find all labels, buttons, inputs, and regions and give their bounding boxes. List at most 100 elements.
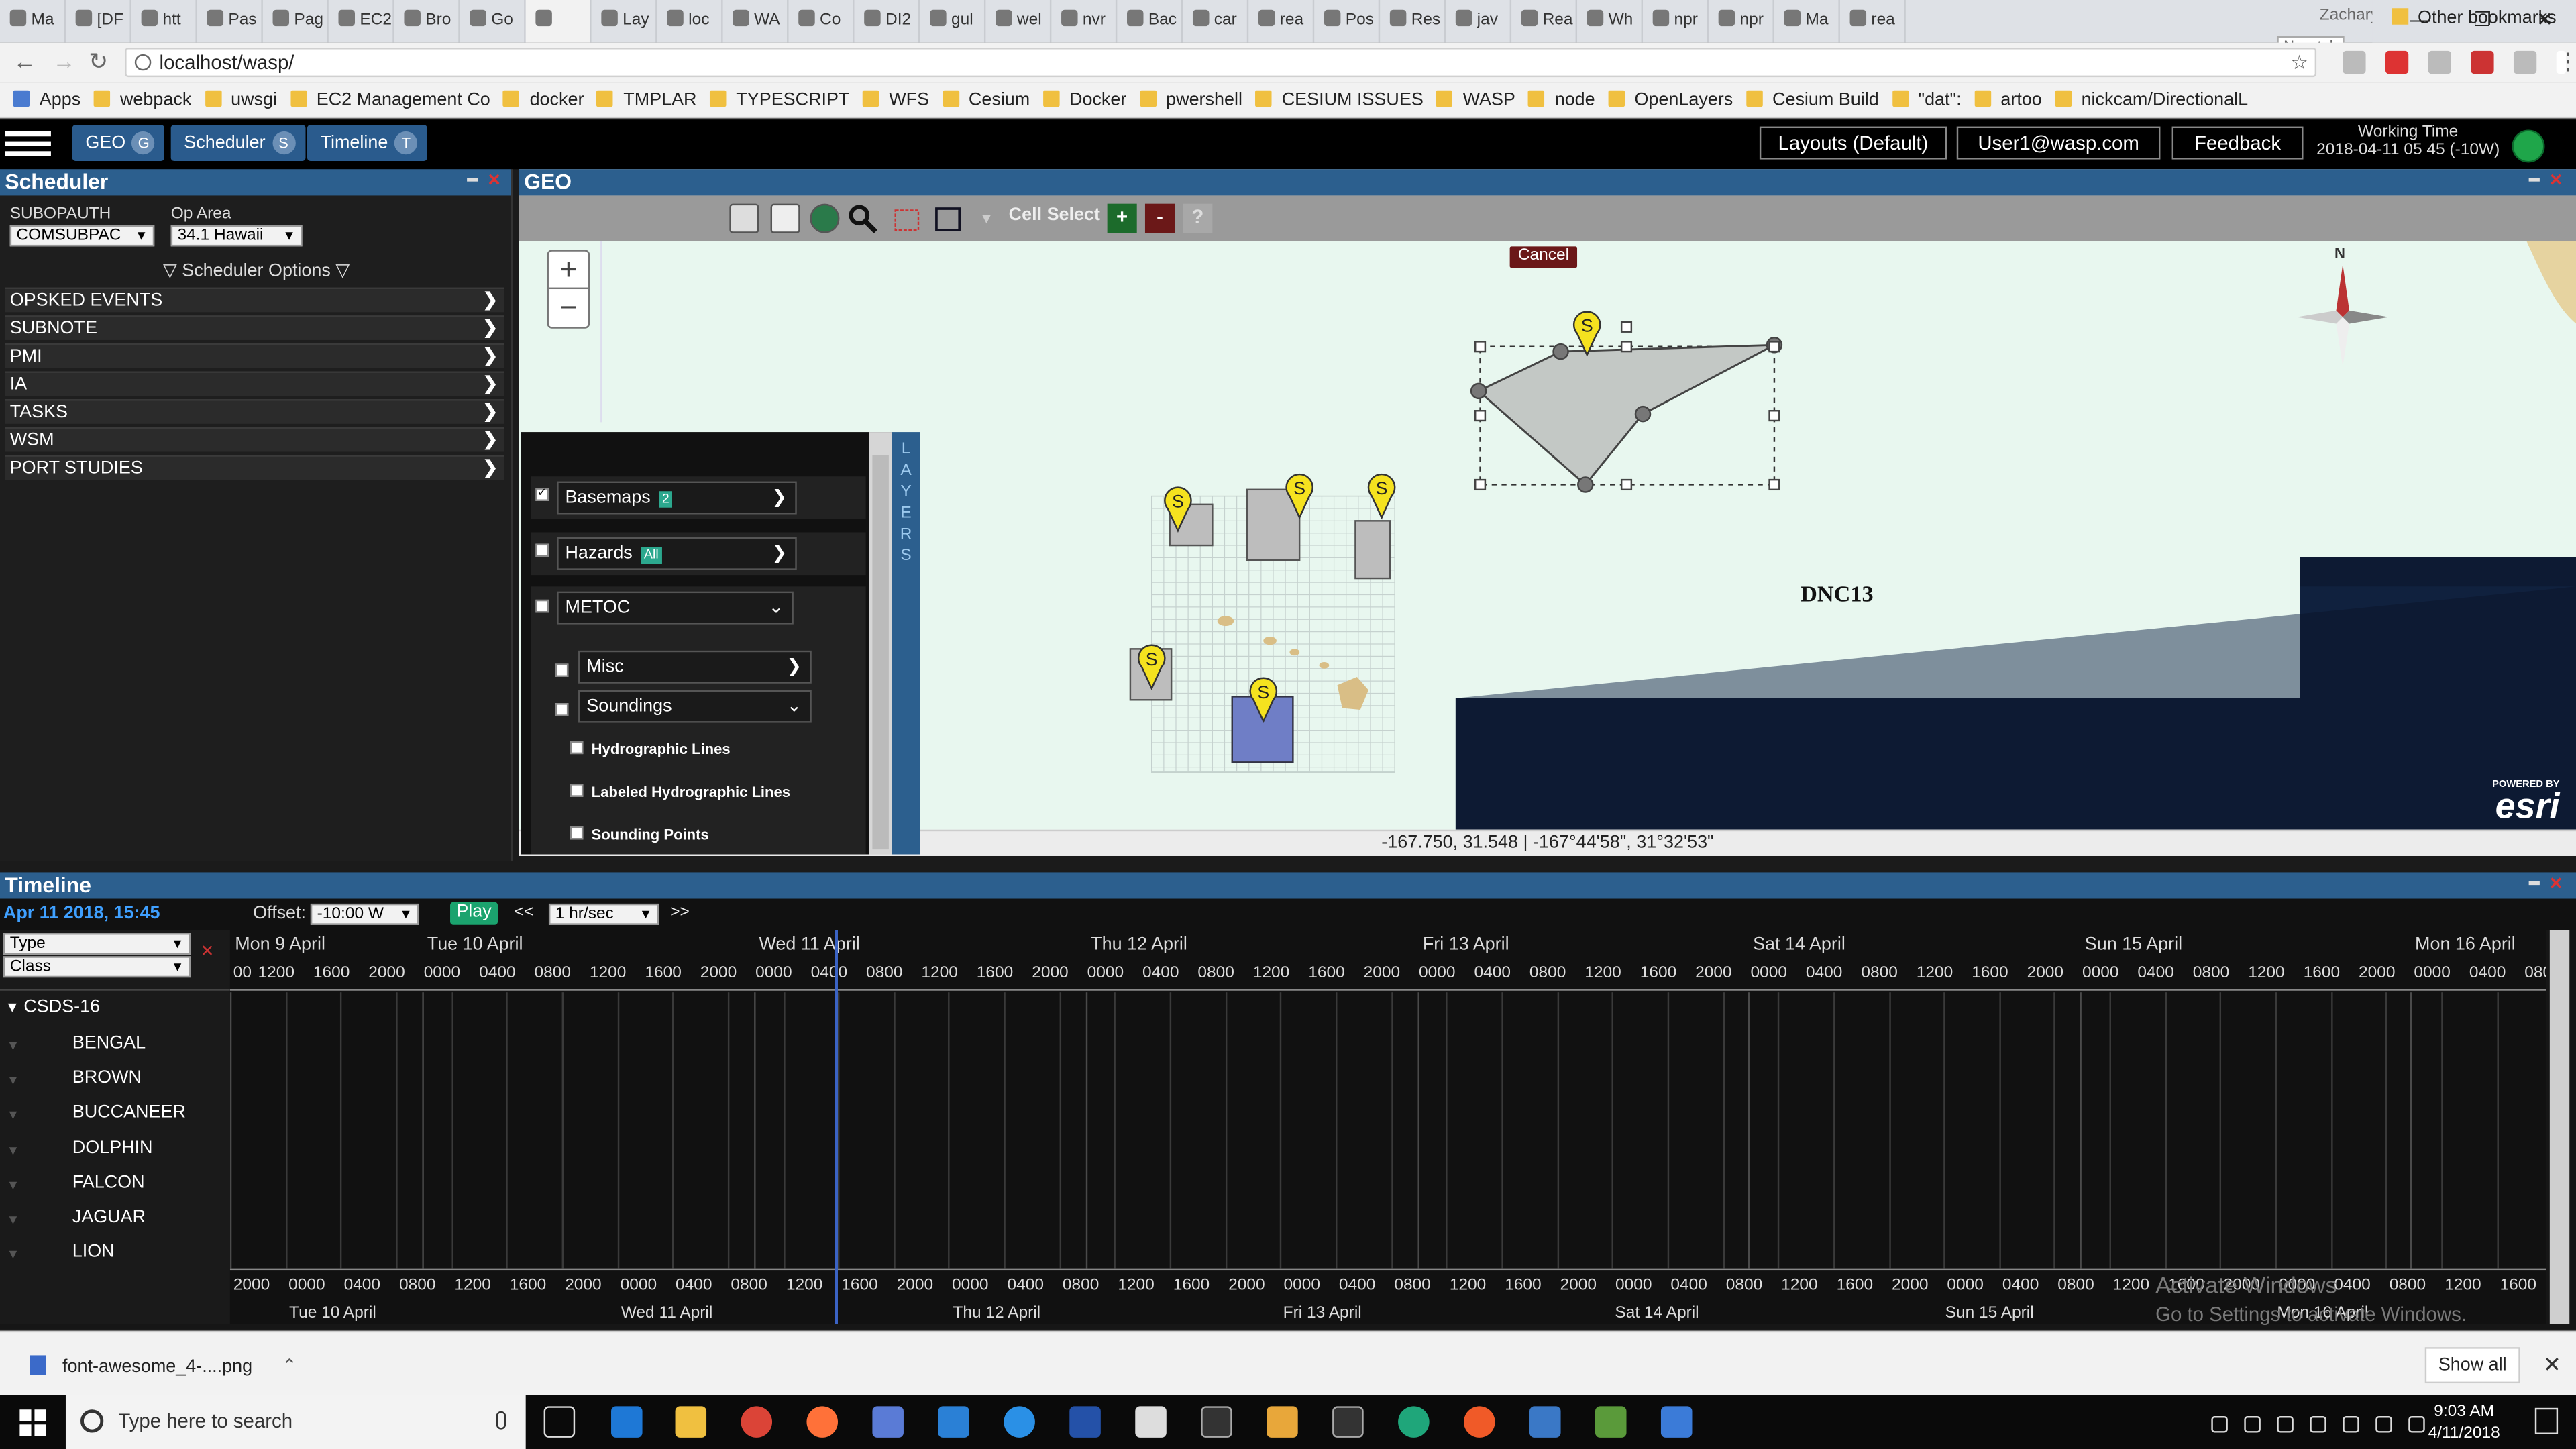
- extension-icon[interactable]: [2471, 50, 2494, 74]
- box-select-icon[interactable]: [933, 204, 963, 233]
- bookmark-item[interactable]: nickcam/DirectionalL: [2055, 90, 2248, 110]
- taskbar-search[interactable]: Type here to search: [65, 1395, 526, 1449]
- volume-icon[interactable]: [2375, 1416, 2392, 1433]
- expand-triangle-icon[interactable]: ▼: [7, 1177, 19, 1192]
- browser-tab[interactable]: [525, 0, 592, 43]
- resize-handle[interactable]: [1474, 410, 1487, 422]
- resize-handle[interactable]: [1768, 341, 1780, 353]
- hazards-checkbox[interactable]: [535, 543, 549, 557]
- windows-start-icon[interactable]: [19, 1409, 46, 1436]
- people-icon[interactable]: [2211, 1416, 2228, 1433]
- timeline-row-label[interactable]: BUCCANEER: [72, 1103, 186, 1122]
- expand-triangle-icon[interactable]: ▼: [7, 1212, 19, 1227]
- browser-tab[interactable]: WA: [723, 0, 789, 43]
- hydro-checkbox[interactable]: [570, 741, 584, 755]
- play-button[interactable]: Play: [450, 902, 498, 925]
- drawn-polygon[interactable]: [1477, 343, 1775, 486]
- browser-user-name[interactable]: Zachary: [2320, 7, 2379, 25]
- metoc-checkbox[interactable]: [535, 599, 549, 613]
- hamburger-menu-icon[interactable]: [5, 127, 51, 163]
- browser-tab[interactable]: Pos: [1314, 0, 1381, 43]
- polygon-vertex[interactable]: [1470, 382, 1487, 400]
- browser-tab[interactable]: npr: [1709, 0, 1774, 43]
- timeline-row-label[interactable]: BROWN: [72, 1068, 142, 1087]
- expand-triangle-icon[interactable]: ▼: [7, 1108, 19, 1123]
- minimize-panel-icon[interactable]: ━: [2529, 875, 2539, 894]
- bookmark-item[interactable]: EC2 Management Co: [290, 90, 490, 110]
- sounding-points-checkbox[interactable]: [570, 826, 584, 840]
- browser-tab[interactable]: Pas: [197, 0, 263, 43]
- polygon-vertex[interactable]: [1634, 405, 1652, 423]
- terminal-icon[interactable]: [1201, 1406, 1232, 1438]
- tray-app-icon[interactable]: [2310, 1416, 2326, 1433]
- bookmark-item[interactable]: TYPESCRIPT: [710, 90, 849, 110]
- layouts-button[interactable]: Layouts (Default): [1759, 126, 1947, 160]
- misc-checkbox[interactable]: [555, 663, 569, 677]
- terminal-icon[interactable]: [1332, 1406, 1364, 1438]
- basemaps-checkbox[interactable]: ✓: [535, 488, 549, 501]
- minimize-panel-icon[interactable]: ━: [2529, 172, 2539, 191]
- resize-handle[interactable]: [1768, 410, 1780, 422]
- timeline-row-label[interactable]: FALCON: [72, 1173, 145, 1192]
- bookmark-item[interactable]: WASP: [1436, 90, 1515, 110]
- extension-icon[interactable]: [2428, 50, 2451, 74]
- bookmark-item[interactable]: Cesium Build: [1746, 90, 1879, 110]
- browser-tab[interactable]: rea: [1248, 0, 1315, 43]
- close-panel-icon[interactable]: ✕: [2549, 875, 2563, 894]
- rewind-button[interactable]: <<: [515, 904, 534, 922]
- browser-tab[interactable]: jav: [1446, 0, 1512, 43]
- resize-handle[interactable]: [1620, 341, 1633, 353]
- polygon-vertex[interactable]: [1552, 343, 1569, 360]
- close-downloads-icon[interactable]: ✕: [2543, 1352, 2561, 1379]
- browser-tab[interactable]: car: [1183, 0, 1249, 43]
- browser-tab[interactable]: Go: [460, 0, 526, 43]
- bookmark-item[interactable]: docker: [503, 90, 584, 110]
- scheduler-row[interactable]: IA ❯: [5, 371, 504, 396]
- metoc-button[interactable]: METOC ⌄: [557, 591, 794, 625]
- user-button[interactable]: User1@wasp.com: [1956, 126, 2161, 160]
- close-panel-icon[interactable]: ✕: [2549, 172, 2563, 191]
- bookmark-item[interactable]: webpack: [93, 90, 191, 110]
- layers-tab[interactable]: LAYERS: [892, 432, 920, 855]
- measure-icon[interactable]: [729, 203, 759, 233]
- labeled-hydro-checkbox[interactable]: [570, 784, 584, 797]
- type-filter[interactable]: Type ▼: [3, 933, 191, 955]
- bookmark-item[interactable]: "dat":: [1892, 90, 1962, 110]
- search-app-icon[interactable]: [1529, 1406, 1561, 1438]
- grid-select-icon[interactable]: [892, 204, 922, 233]
- hazards-button[interactable]: Hazards All ❯: [557, 537, 797, 570]
- browser-tab[interactable]: gul: [920, 0, 986, 43]
- bookmark-item[interactable]: Apps: [13, 90, 81, 110]
- bookmark-item[interactable]: OpenLayers: [1608, 90, 1733, 110]
- remote-desktop-icon[interactable]: [1595, 1406, 1627, 1438]
- scheduler-row[interactable]: PORT STUDIES ❯: [5, 455, 504, 480]
- zoom-in-button[interactable]: +: [548, 252, 588, 290]
- browser-tab[interactable]: htt: [131, 0, 197, 43]
- browser-tab[interactable]: loc: [657, 0, 723, 43]
- other-bookmarks[interactable]: Other bookmarks: [2391, 8, 2557, 28]
- ie-icon[interactable]: [1004, 1406, 1035, 1438]
- layers-scrollbar[interactable]: [869, 432, 892, 855]
- browser-tab[interactable]: Lay: [592, 0, 657, 43]
- cancel-button[interactable]: Cancel: [1509, 246, 1578, 268]
- polygon-vertex[interactable]: [1577, 476, 1594, 493]
- bookmark-item[interactable]: CESIUM ISSUES: [1255, 90, 1424, 110]
- browser-tab[interactable]: EC2: [329, 0, 394, 43]
- chrome-icon[interactable]: [741, 1406, 773, 1438]
- soundings-checkbox[interactable]: [555, 703, 569, 716]
- oparea-select[interactable]: 34.1 Hawaii ▼: [170, 225, 303, 247]
- scheduler-options-toggle[interactable]: ▽ Scheduler Options ▽: [0, 260, 513, 280]
- scheduler-row[interactable]: OPSKED EVENTS ❯: [5, 287, 504, 313]
- expand-triangle-icon[interactable]: ▼: [7, 1247, 19, 1262]
- messenger-icon[interactable]: [1398, 1406, 1430, 1438]
- browser-tab[interactable]: npr: [1643, 0, 1709, 43]
- address-bar[interactable]: localhost/wasp/ ☆: [125, 48, 2317, 78]
- reload-icon[interactable]: ↻: [89, 48, 108, 76]
- browser-tab[interactable]: Ma: [0, 0, 66, 43]
- offset-select[interactable]: -10:00 W ▼: [310, 903, 419, 925]
- timeline-row-label[interactable]: JAGUAR: [72, 1208, 146, 1227]
- browser-tab[interactable]: rea: [1840, 0, 1906, 43]
- scheduler-row[interactable]: TASKS ❯: [5, 399, 504, 424]
- browser-tab[interactable]: Co: [789, 0, 855, 43]
- close-panel-icon[interactable]: ✕: [487, 172, 501, 191]
